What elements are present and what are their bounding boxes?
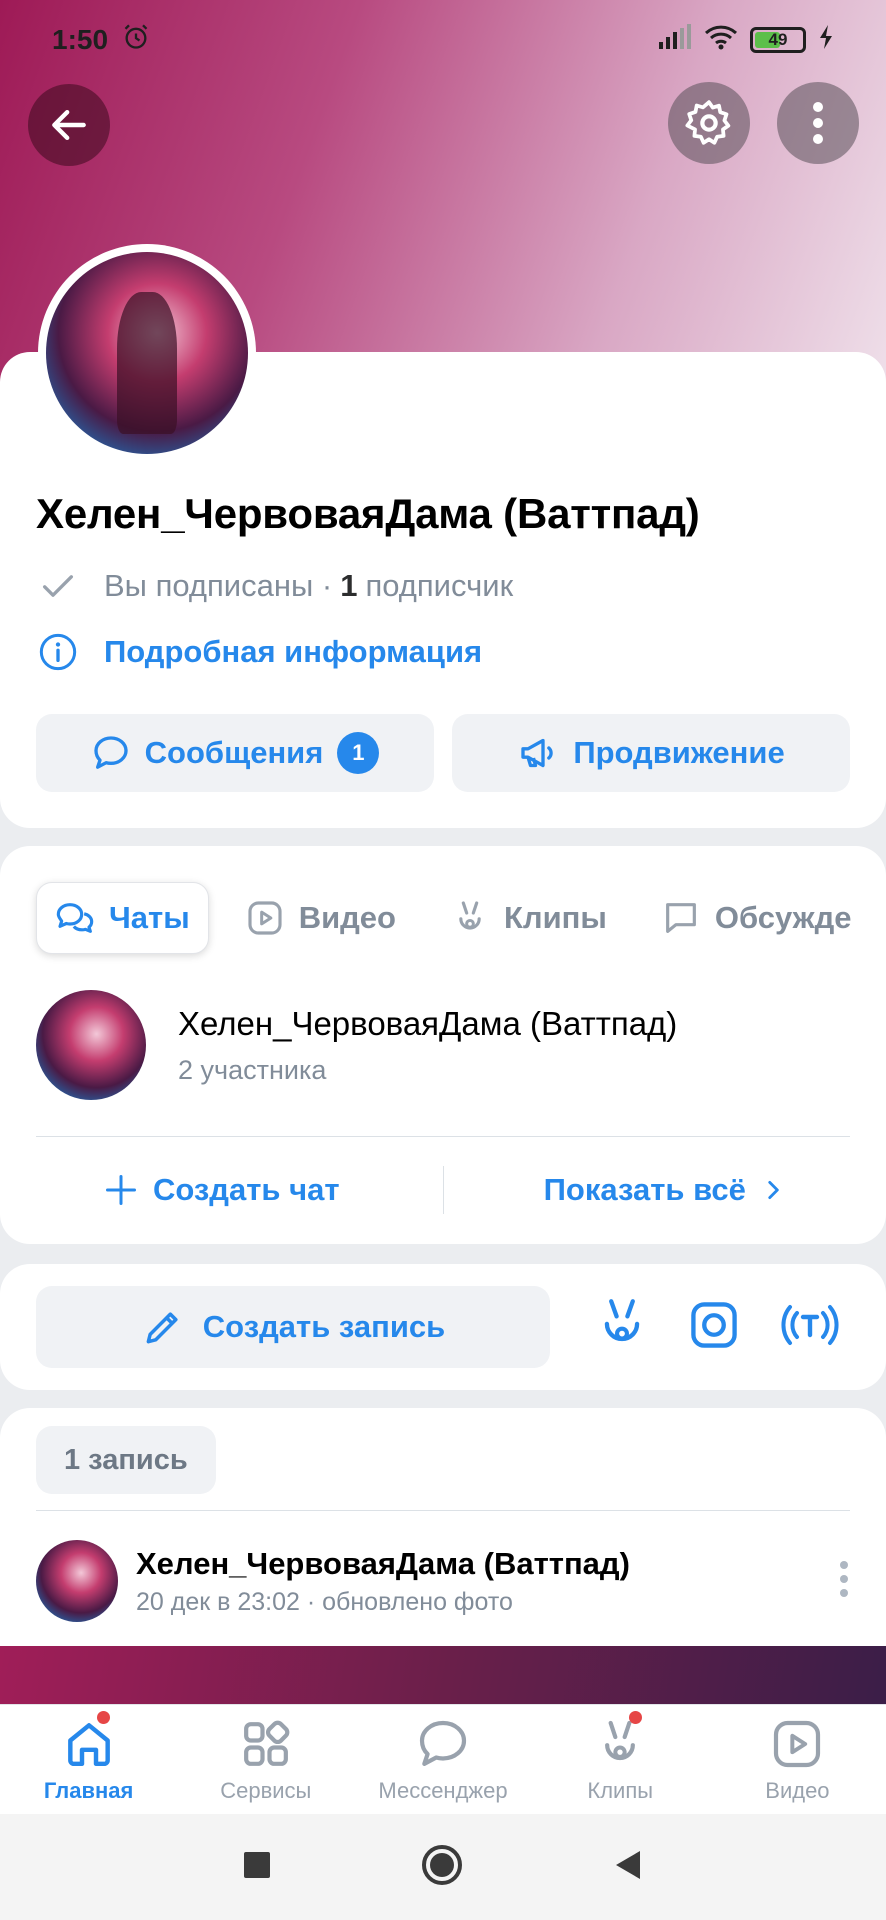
chat-list-item[interactable]: Хелен_ЧервоваяДама (Ваттпад) 2 участника (36, 990, 677, 1100)
chevron-right-icon (768, 1181, 779, 1199)
tab-clips[interactable]: Клипы (432, 882, 625, 954)
clips-icon (459, 901, 481, 930)
clips-icon (605, 1720, 636, 1760)
avatar-image (46, 252, 248, 454)
chat-members: 2 участника (178, 1054, 327, 1085)
subscribed-text: Вы подписаны · (104, 568, 333, 603)
home-system-button[interactable] (420, 1843, 464, 1892)
details-label: Подробная информация (104, 634, 483, 669)
tab-discussions[interactable]: Обсужде (643, 882, 870, 954)
messages-button[interactable]: Сообщения 1 (36, 714, 434, 792)
post-author[interactable]: Хелен_ЧервоваяДама (Ваттпад) (136, 1546, 630, 1582)
profile-name: Хелен_ЧервоваяДама (Ваттпад) (36, 490, 700, 537)
settings-button[interactable] (668, 82, 750, 164)
promotion-button[interactable]: Продвижение (452, 714, 850, 792)
divider (36, 1136, 850, 1137)
nav-label: Видео (765, 1777, 830, 1803)
discussion-icon (665, 903, 696, 933)
bottom-navigation: Главная Сервисы Мессенджер Клипы Видео (0, 1704, 886, 1814)
back-button[interactable] (28, 84, 110, 166)
post-author-avatar[interactable] (36, 1540, 118, 1622)
alarm-icon (122, 23, 150, 58)
video-icon (774, 1720, 821, 1767)
create-post-button[interactable]: Создать запись (36, 1286, 550, 1368)
show-all-button[interactable]: Показать всё (444, 1172, 886, 1208)
divider (36, 1510, 850, 1511)
info-icon (39, 633, 77, 671)
message-icon (93, 736, 128, 769)
live-broadcast-icon[interactable] (780, 1299, 840, 1356)
nav-label: Сервисы (220, 1777, 312, 1803)
chats-card: Чаты Видео Клипы Обсужде Хелен_ЧервоваяД… (0, 846, 886, 1244)
system-navigation-bar (0, 1814, 886, 1920)
nav-home[interactable]: Главная (0, 1705, 177, 1814)
status-time: 1:50 (52, 24, 109, 55)
subscriber-word: подписчик (365, 568, 514, 603)
charging-icon (818, 24, 834, 57)
camera-icon[interactable] (688, 1299, 740, 1356)
check-icon (43, 575, 74, 597)
nav-messenger[interactable]: Мессенджер (354, 1705, 531, 1814)
post-meta: 20 дек в 23:02 · обновлено фото (136, 1587, 513, 1616)
chat-icon (56, 903, 94, 933)
battery-level: 49 (768, 30, 788, 49)
nav-label: Главная (43, 1777, 134, 1803)
tab-label: Чаты (109, 900, 190, 935)
nav-label: Клипы (587, 1777, 654, 1803)
notification-dot (628, 1711, 642, 1724)
more-vertical-icon (840, 1560, 848, 1597)
profile-avatar[interactable] (38, 244, 256, 462)
subscription-row[interactable]: Вы подписаны · 1 подписчик (38, 566, 513, 606)
messages-badge: 1 (337, 732, 380, 774)
tab-label: Клипы (504, 900, 607, 935)
show-all-label: Показать всё (543, 1172, 746, 1207)
create-chat-button[interactable]: Создать чат (0, 1172, 443, 1208)
tab-label: Видео (298, 900, 396, 935)
more-button[interactable] (777, 82, 859, 164)
post-header[interactable]: Хелен_ЧервоваяДама (Ваттпад) 20 дек в 23… (36, 1540, 850, 1622)
tab-video[interactable]: Видео (227, 882, 414, 954)
services-icon (243, 1720, 290, 1766)
clips-icon[interactable] (596, 1297, 648, 1358)
nav-label: Мессенджер (378, 1777, 508, 1803)
notification-dot (97, 1711, 111, 1724)
chat-title: Хелен_ЧервоваяДама (Ваттпад) (178, 1004, 678, 1042)
recents-button[interactable] (244, 1851, 270, 1883)
home-icon (67, 1722, 110, 1766)
wifi-icon (704, 24, 738, 57)
pencil-icon (146, 1312, 178, 1344)
chat-avatar (36, 990, 146, 1100)
back-system-button[interactable] (614, 1849, 642, 1886)
create-chat-label: Создать чат (152, 1172, 340, 1207)
post-more-button[interactable] (838, 1559, 850, 1604)
video-icon (248, 901, 282, 935)
plus-icon (105, 1175, 136, 1205)
arrow-left-icon (52, 109, 86, 141)
messages-label: Сообщения (144, 735, 324, 770)
nav-clips[interactable]: Клипы (532, 1705, 709, 1814)
more-vertical-icon (813, 102, 823, 144)
subscriber-count: 1 (340, 568, 358, 603)
megaphone-icon (521, 738, 554, 768)
create-post-label: Создать запись (202, 1309, 446, 1344)
nav-services[interactable]: Сервисы (177, 1705, 354, 1814)
content-tabs: Чаты Видео Клипы Обсужде (36, 882, 869, 954)
details-link[interactable]: Подробная информация (38, 632, 482, 672)
composer-card: Создать запись (0, 1264, 886, 1390)
messenger-icon (419, 1720, 467, 1766)
gear-icon (685, 100, 731, 145)
tab-chats[interactable]: Чаты (36, 882, 209, 954)
status-bar: 1:50 49 (0, 0, 886, 80)
signal-icon (658, 23, 692, 57)
battery-icon: 49 (750, 27, 806, 53)
tab-label: Обсужде (714, 900, 852, 935)
records-count-badge[interactable]: 1 запись (36, 1426, 216, 1494)
promotion-label: Продвижение (573, 735, 785, 770)
nav-video[interactable]: Видео (709, 1705, 886, 1814)
